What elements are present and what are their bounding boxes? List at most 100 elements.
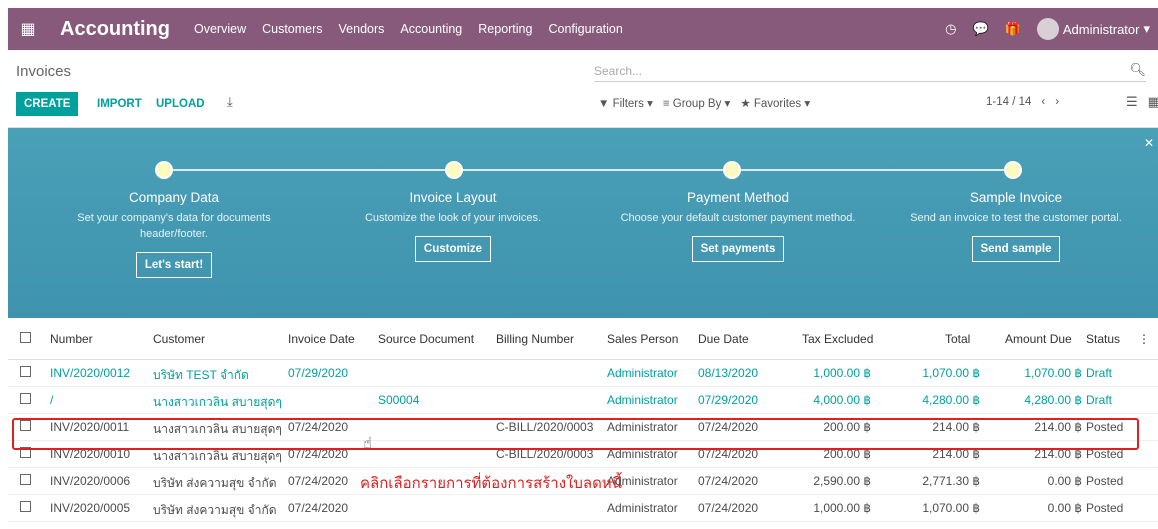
step-dot — [445, 161, 463, 179]
step-company-data: Company Data Set your company's data for… — [54, 190, 294, 278]
col-source-document[interactable]: Source Document — [378, 332, 474, 346]
filters-dropdown[interactable]: ▼ Filters ▾ — [598, 96, 653, 110]
group-by-dropdown[interactable]: ≡ Group By ▾ — [663, 96, 730, 110]
cell-due-date: 07/24/2020 — [698, 474, 759, 488]
cell-source: S00004 — [378, 393, 420, 407]
table-row[interactable]: / นางสาวเกวลิน สบายสุดๆ S00004 Administr… — [8, 387, 1158, 414]
menu-vendors[interactable]: Vendors — [331, 22, 393, 36]
download-icon[interactable]: ⤓ — [227, 94, 233, 110]
breadcrumb: Invoices — [16, 63, 72, 80]
cell-number: / — [50, 393, 54, 407]
chevron-left-icon[interactable]: ‹ — [1041, 96, 1045, 108]
col-invoice-date[interactable]: Invoice Date — [288, 332, 355, 346]
cell-customer: บริษัท ส่งความสุข จำกัด — [153, 503, 277, 517]
cell-due-date: 08/13/2020 — [698, 366, 759, 380]
step-desc: Customize the look of your invoices. — [364, 212, 542, 224]
send-sample-button[interactable]: Send sample — [971, 236, 1061, 262]
menu-accounting[interactable]: Accounting — [392, 22, 470, 36]
col-billing-number[interactable]: Billing Number — [496, 332, 574, 346]
cell-total: 1,070.00 ฿ — [922, 366, 980, 380]
cell-customer: นางสาวเกวลิน สบายสุดๆ — [153, 395, 282, 409]
search-placeholder: Search... — [594, 64, 643, 78]
import-button[interactable]: IMPORT — [97, 92, 142, 116]
search-icon[interactable]: 🔍︎ — [1129, 62, 1146, 78]
col-total[interactable]: Total — [945, 332, 970, 346]
cell-number: INV/2020/0006 — [50, 474, 131, 488]
apps-grid-icon[interactable]: ▦ — [8, 19, 48, 39]
cell-due-date: 07/24/2020 — [698, 501, 759, 515]
cell-amount-due: 4,280.00 ฿ — [1024, 393, 1082, 407]
cell-customer: บริษัท ส่งความสุข จำกัด — [153, 476, 277, 490]
lets-start-button[interactable]: Let's start! — [135, 252, 213, 278]
menu-overview[interactable]: Overview — [186, 22, 254, 36]
step-title: Company Data — [128, 190, 220, 205]
column-options-icon[interactable]: ⋮ — [1138, 332, 1150, 346]
gift-icon[interactable]: 🎁 — [1005, 21, 1021, 37]
step-title: Invoice Layout — [409, 190, 497, 205]
table-header: Number Customer Invoice Date Source Docu… — [8, 318, 1158, 360]
chevron-right-icon[interactable]: › — [1055, 96, 1059, 108]
step-dot — [155, 161, 173, 179]
control-panel: Invoices Search... 🔍︎ CREATE IMPORT UPLO… — [8, 50, 1158, 128]
user-name: Administrator — [1062, 21, 1140, 37]
row-checkbox[interactable] — [20, 393, 31, 407]
main-menu: Overview Customers Vendors Accounting Re… — [186, 22, 631, 36]
row-checkbox[interactable] — [20, 366, 31, 380]
col-status[interactable]: Status — [1086, 332, 1120, 346]
cell-due-date: 07/29/2020 — [698, 393, 759, 407]
row-checkbox[interactable] — [20, 501, 31, 515]
user-menu[interactable]: Administrator ▾ — [1036, 18, 1150, 40]
cell-customer: บริษัท TEST จำกัด — [153, 368, 249, 382]
pager-value[interactable]: 1-14 / 14 — [986, 96, 1031, 108]
menu-configuration[interactable]: Configuration — [540, 22, 630, 36]
col-customer[interactable]: Customer — [153, 332, 205, 346]
select-all-checkbox[interactable] — [20, 332, 31, 346]
col-amount-due[interactable]: Amount Due — [1005, 332, 1072, 346]
set-payments-button[interactable]: Set payments — [691, 236, 785, 262]
cell-status: Posted — [1086, 474, 1124, 488]
chevron-down-icon: ▾ — [1143, 21, 1150, 36]
create-button[interactable]: CREATE — [16, 92, 79, 116]
onboarding-banner: ✕ Company Data Set your company's data f… — [8, 128, 1158, 318]
app-brand[interactable]: Accounting — [60, 18, 170, 41]
col-due-date[interactable]: Due Date — [698, 332, 749, 346]
table-row[interactable]: INV/2020/0005 บริษัท ส่งความสุข จำกัด 07… — [8, 495, 1158, 522]
step-desc: Send an invoice to test the customer por… — [910, 212, 1122, 224]
menu-reporting[interactable]: Reporting — [470, 22, 540, 36]
cell-amount-due: 0.00 ฿ — [1047, 501, 1082, 515]
favorites-dropdown[interactable]: ★ Favorites ▾ — [740, 96, 810, 110]
cell-total: 4,280.00 ฿ — [922, 393, 980, 407]
table-row[interactable]: INV/2020/0012 บริษัท TEST จำกัด 07/29/20… — [8, 360, 1158, 387]
step-dot — [1004, 161, 1022, 179]
menu-customers[interactable]: Customers — [254, 22, 330, 36]
step-desc: Choose your default customer payment met… — [620, 212, 856, 224]
col-number[interactable]: Number — [50, 332, 93, 346]
cell-sales-person: Administrator — [607, 501, 678, 515]
cell-status: Draft — [1086, 393, 1113, 407]
step-invoice-layout: Invoice Layout Customize the look of you… — [333, 190, 573, 262]
cell-invoice-date: 07/24/2020 — [288, 501, 349, 515]
avatar — [1036, 18, 1059, 40]
cell-invoice-date: 07/24/2020 — [288, 474, 349, 488]
cell-total: 1,070.00 ฿ — [922, 501, 980, 515]
annotation-text: คลิกเลือกรายการที่ต้องการสร้างใบลดหนี้ — [360, 475, 622, 492]
cell-tax-excluded: 2,590.00 ฿ — [813, 474, 871, 488]
hand-cursor-icon: ☝ — [363, 435, 373, 452]
list-view-icon[interactable]: ☰ — [1126, 94, 1138, 110]
upload-button[interactable]: UPLOAD — [156, 92, 205, 116]
cell-status: Posted — [1086, 501, 1124, 515]
col-tax-excluded[interactable]: Tax Excluded — [802, 332, 873, 346]
favorites-label: Favorites — [753, 98, 802, 110]
cell-invoice-date: 07/29/2020 — [288, 366, 349, 380]
step-sample-invoice: Sample Invoice Send an invoice to test t… — [896, 190, 1136, 262]
customize-button[interactable]: Customize — [414, 236, 492, 262]
search-input[interactable]: Search... 🔍︎ — [594, 62, 1146, 82]
col-sales-person[interactable]: Sales Person — [607, 332, 678, 346]
close-icon[interactable]: ✕ — [1144, 136, 1154, 150]
kanban-view-icon[interactable]: ▦ — [1148, 94, 1158, 110]
clock-icon[interactable]: ◷ — [945, 21, 956, 37]
row-checkbox[interactable] — [20, 474, 31, 488]
chat-icon[interactable]: 💬 — [973, 21, 989, 37]
progress-line — [163, 169, 1013, 171]
top-navbar: ▦ Accounting Overview Customers Vendors … — [8, 8, 1158, 50]
